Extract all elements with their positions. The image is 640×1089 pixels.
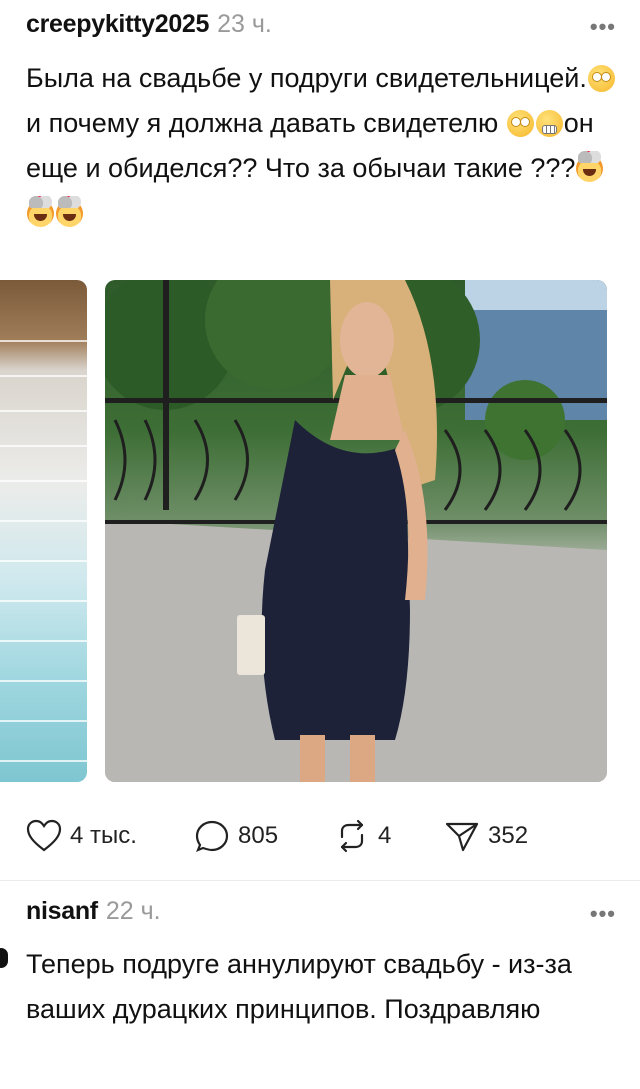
post-username[interactable]: creepykitty2025	[26, 10, 209, 39]
divider	[0, 880, 640, 881]
comment-timestamp: 22 ч.	[105, 897, 161, 925]
comment-button[interactable]: 805	[194, 817, 278, 855]
exploding-head-emoji-icon	[27, 196, 54, 227]
post-header: creepykitty2025 23 ч. •••	[26, 10, 616, 44]
share-button[interactable]: 352	[444, 817, 528, 855]
grimacing-emoji-icon	[535, 110, 563, 137]
repost-count: 4	[378, 822, 392, 849]
share-count: 352	[488, 822, 529, 849]
previous-image-staircase[interactable]	[0, 280, 87, 782]
thread-indicator-dot	[0, 948, 8, 968]
like-count: 4 тыс.	[70, 822, 137, 849]
post-actions-bar: 4 тыс. 805 4 352	[26, 817, 616, 855]
comment-text: Теперь подруге аннулируют свадьбу - из-з…	[26, 949, 572, 1024]
heart-icon	[26, 819, 62, 852]
photo-illustration	[105, 280, 607, 782]
post-more-options-icon[interactable]: •••	[590, 14, 616, 40]
post-timestamp: 23 ч.	[217, 10, 272, 38]
comment-more-options-icon[interactable]: •••	[590, 901, 616, 927]
repost-icon	[340, 819, 364, 853]
main-photo-woman-in-dress[interactable]	[105, 280, 607, 782]
repost-button[interactable]: 4	[334, 817, 391, 855]
post-text-part-1: Была на свадьбе у подруги свидетельницей…	[26, 63, 587, 93]
exploding-head-emoji-icon	[56, 196, 83, 227]
rolling-eyes-emoji-icon	[506, 110, 534, 137]
post-text: Была на свадьбе у подруги свидетельницей…	[26, 56, 616, 236]
comment-bubble-icon	[195, 820, 229, 852]
image-gallery[interactable]	[0, 280, 640, 782]
comment-header: nisanf 22 ч. •••	[26, 897, 616, 931]
rolling-eyes-emoji-icon	[587, 65, 615, 92]
comment-username[interactable]: nisanf	[26, 897, 98, 926]
like-button[interactable]: 4 тыс.	[26, 817, 137, 855]
post-text-part-2: и почему я должна давать свидетелю	[26, 108, 506, 138]
exploding-head-emoji-icon	[576, 151, 604, 182]
send-arrow-icon	[445, 822, 479, 852]
comment-count: 805	[238, 822, 279, 849]
